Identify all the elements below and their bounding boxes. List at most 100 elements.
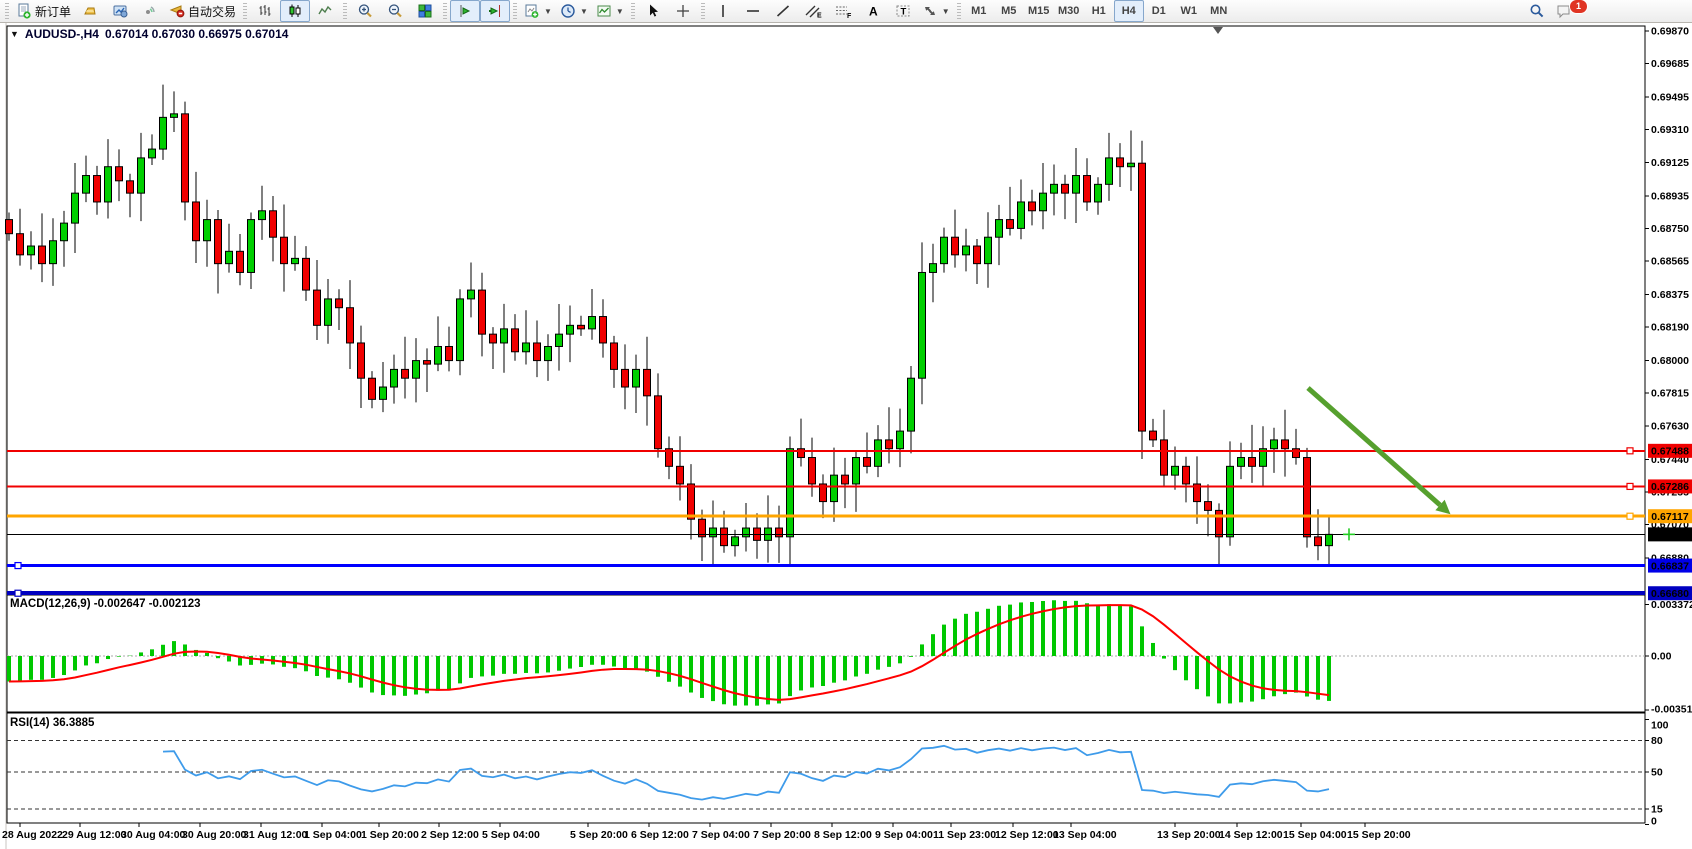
candle-body [633,369,640,387]
candle-body [611,343,618,369]
candle-body [1139,163,1146,431]
cursor-button[interactable] [638,0,668,22]
ohlc-values: 0.67014 0.67030 0.66975 0.67014 [105,27,289,41]
candle-body [1018,202,1025,228]
period-selector-button[interactable]: ▼ [556,0,592,22]
line-drag-handle[interactable] [1627,483,1633,489]
trendline-tool[interactable] [768,0,798,22]
timeframe-w1-button[interactable]: W1 [1174,0,1204,22]
candle-body [72,193,79,223]
toolbar-grip[interactable] [701,3,705,19]
time-axis-label: 15 Sep 20:00 [1347,829,1411,841]
candle-body [1073,176,1080,194]
timeframe-label: W1 [1180,5,1197,17]
toolbar-grip[interactable] [5,3,9,19]
toolbar-grip[interactable] [443,3,447,19]
autotrading-label: 自动交易 [188,3,236,20]
horizontal-line-tool[interactable] [738,0,768,22]
candle-body [941,237,948,263]
tile-windows-button[interactable] [410,0,440,22]
timeframe-label: M5 [1001,5,1016,17]
candle-body [534,343,541,361]
symbol-period-label: AUDUSD-,H4 [25,27,99,41]
main-toolbar: 新订单 自动交易 [0,0,1692,23]
line-drag-handle[interactable] [15,563,21,569]
search-button[interactable] [1522,0,1552,22]
candle-body [105,167,112,202]
price-axis-tick: 0.69125 [1651,157,1689,169]
bar-chart-icon [257,3,273,19]
autotrading-button[interactable]: 自动交易 [165,0,240,22]
text-tool[interactable]: A [858,0,888,22]
price-line-label-text: 0.67286 [1651,481,1689,493]
toolbar-grip[interactable] [243,3,247,19]
candle-body [1216,510,1223,536]
line-chart-button[interactable] [310,0,340,22]
candle-body [1007,220,1014,229]
time-axis-label: 7 Sep 20:00 [753,829,811,841]
auto-scroll-icon [457,3,473,19]
timeframe-d1-button[interactable]: D1 [1144,0,1174,22]
candle-body [116,167,123,181]
timeframe-m1-button[interactable]: M1 [964,0,994,22]
toolbar-grip[interactable] [957,3,961,19]
chart-dropdown-toggle-icon[interactable]: ▼ [10,29,19,39]
candle-body [996,220,1003,238]
search-icon [1529,3,1545,19]
notifications-button[interactable]: 1 [1552,0,1598,22]
toolbar-grip[interactable] [513,3,517,19]
candle-body [402,369,409,378]
price-line-label-text: 0.66680 [1651,588,1689,600]
toolbar-grip[interactable] [631,3,635,19]
line-drag-handle[interactable] [1627,448,1633,454]
chart-title[interactable]: ▼ AUDUSD-,H4 0.67014 0.67030 0.66975 0.6… [10,27,288,41]
signals-button[interactable] [135,0,165,22]
timeframe-m30-button[interactable]: M30 [1054,0,1084,22]
candle-body [1249,458,1256,467]
toolbar-grip[interactable] [343,3,347,19]
zoom-in-button[interactable] [350,0,380,22]
zoom-out-button[interactable] [380,0,410,22]
equidistant-channel-tool[interactable]: E [798,0,828,22]
time-axis-label: 15 Sep 04:00 [1283,829,1347,841]
time-axis-label: 7 Sep 04:00 [692,829,750,841]
candle-body [567,325,574,334]
auto-scroll-button[interactable] [450,0,480,22]
vertical-line-tool[interactable] [708,0,738,22]
candle-body [622,369,629,387]
timeframe-label: MN [1210,5,1227,17]
candle-body [1128,163,1135,167]
timeframe-m15-button[interactable]: M15 [1024,0,1054,22]
timeframe-m5-button[interactable]: M5 [994,0,1024,22]
arrows-tool[interactable]: ▼ [918,0,954,22]
bar-chart-button[interactable] [250,0,280,22]
timeframe-mn-button[interactable]: MN [1204,0,1234,22]
candle-body [776,528,783,537]
chart-shift-button[interactable] [480,0,510,22]
crosshair-button[interactable] [668,0,698,22]
line-drag-handle[interactable] [1627,513,1633,519]
price-axis-tick: 0.69310 [1651,124,1689,136]
label-tool[interactable]: T [888,0,918,22]
candlestick-chart-button[interactable] [280,0,310,22]
price-line-label-text: 0.67117 [1651,511,1689,523]
new-order-button[interactable]: 新订单 [12,0,75,22]
candle-body [985,237,992,263]
candle-body [127,181,134,193]
terminal-button[interactable] [105,0,135,22]
channel-icon: E [804,3,822,19]
fibonacci-tool[interactable]: F [828,0,858,22]
new-chart-button[interactable]: ▼ [520,0,556,22]
candle-body [226,251,233,263]
candle-body [457,299,464,361]
candle-body [809,458,816,484]
time-axis-label: 13 Sep 04:00 [1053,829,1117,841]
timeframe-h1-button[interactable]: H1 [1084,0,1114,22]
templates-button[interactable]: ▼ [592,0,628,22]
time-axis-label: 13 Sep 20:00 [1157,829,1221,841]
market-watch-button[interactable] [75,0,105,22]
chart-canvas[interactable]: 0.698700.696850.694950.693100.691250.689… [0,23,1692,849]
timeframe-h4-button[interactable]: H4 [1114,0,1144,22]
candle-body [556,334,563,346]
line-drag-handle[interactable] [15,590,21,596]
